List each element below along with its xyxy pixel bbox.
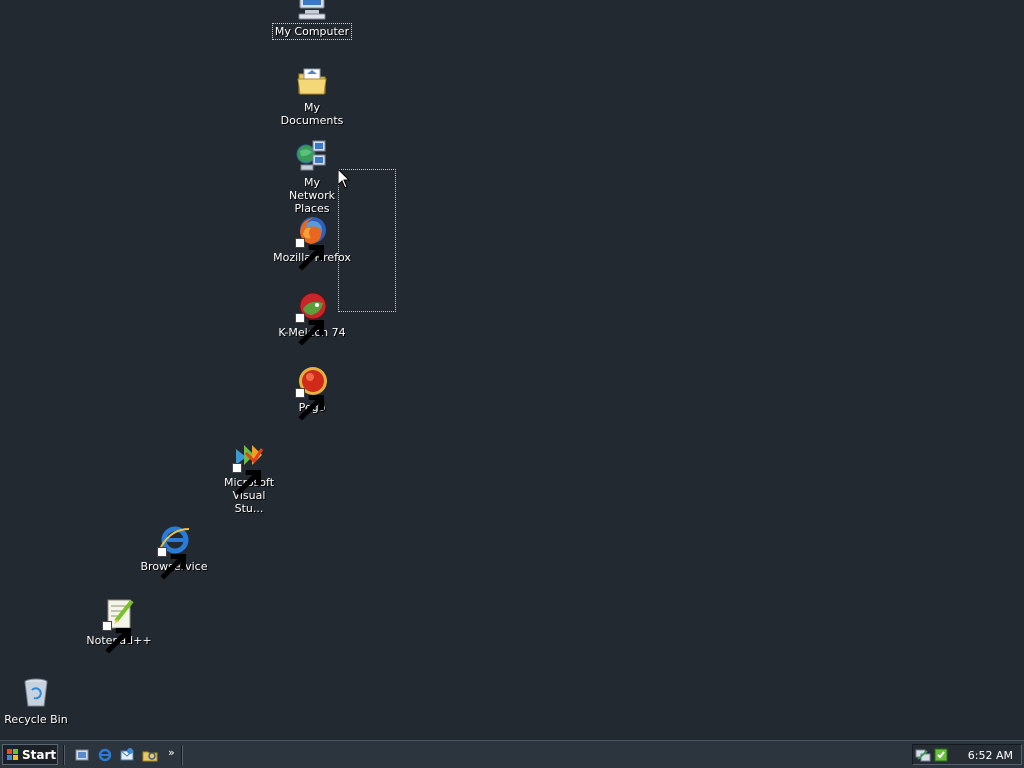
windows-explorer-icon[interactable] <box>142 747 158 763</box>
desktop-icon-label: My Network Places <box>289 176 335 215</box>
pego-icon <box>295 364 329 421</box>
desktop-icon-label: Recycle Bin <box>4 713 68 726</box>
shortcut-arrow-icon <box>157 547 187 580</box>
taskbar-clock[interactable]: 6:52 AM <box>968 749 1013 762</box>
network-icon[interactable] <box>915 747 931 763</box>
recycle-bin-icon <box>19 676 53 710</box>
desktop-icon-microsoft-visual-studio[interactable]: Microsoft Visual Stu... <box>207 439 291 516</box>
notepad-plus-plus-icon <box>102 597 136 654</box>
quick-launch-more-button[interactable]: » <box>168 746 175 759</box>
desktop-icon-notepad-plus-plus[interactable]: Notepad++ <box>77 597 161 654</box>
desktop-icon-browservice[interactable]: Browservice <box>132 523 216 580</box>
drag-selection-rectangle <box>338 169 396 312</box>
taskbar-separator <box>181 745 183 765</box>
taskbar: Start » 6:52 AM <box>0 740 1024 768</box>
security-icon[interactable] <box>933 747 949 763</box>
mouse-cursor-icon <box>337 167 351 189</box>
shortcut-arrow-icon <box>102 621 132 654</box>
windows-logo-icon <box>7 748 19 761</box>
internet-explorer-icon[interactable] <box>97 747 113 763</box>
outlook-express-icon[interactable] <box>119 747 135 763</box>
start-button[interactable]: Start <box>2 744 58 765</box>
desktop-icon-label: My Computer <box>271 23 353 40</box>
show-desktop-icon[interactable] <box>74 747 90 763</box>
shortcut-arrow-icon <box>295 313 325 346</box>
k-meleon-icon <box>295 289 329 346</box>
taskbar-separator <box>63 745 65 765</box>
shortcut-arrow-icon <box>232 463 262 496</box>
firefox-icon <box>295 214 329 271</box>
desktop-icon-recycle-bin[interactable]: Recycle Bin <box>0 676 78 727</box>
my-documents-icon <box>295 64 329 98</box>
start-button-label: Start <box>22 747 57 762</box>
system-tray: 6:52 AM <box>912 744 1022 765</box>
internet-explorer-icon <box>157 523 191 580</box>
desktop-icon-pego[interactable]: Pego <box>270 364 354 421</box>
desktop-icon-my-documents[interactable]: My Documents <box>270 64 354 128</box>
desktop[interactable]: My Computer My Documents My Network Plac… <box>0 0 1024 740</box>
shortcut-arrow-icon <box>295 388 325 421</box>
my-computer-icon <box>295 0 329 22</box>
my-network-places-icon <box>295 139 329 173</box>
visual-studio-icon <box>232 439 266 496</box>
shortcut-arrow-icon <box>295 238 325 271</box>
desktop-icon-my-computer[interactable]: My Computer <box>270 0 354 40</box>
desktop-icon-label: My Documents <box>280 101 344 127</box>
